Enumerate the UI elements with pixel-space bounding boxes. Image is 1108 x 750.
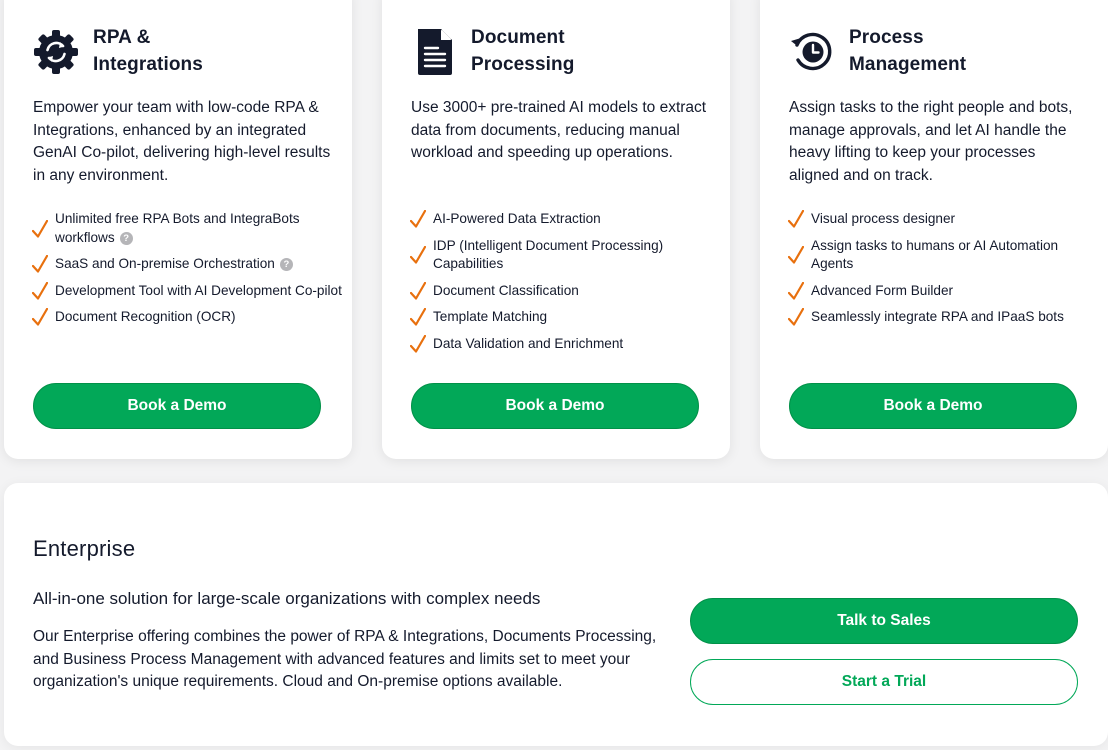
process-clock-icon: [788, 28, 836, 76]
card-document-processing: Document Processing Use 3000+ pre-traine…: [382, 0, 730, 459]
checkmark-icon: [787, 245, 805, 264]
feature-item: Document Classification: [409, 281, 720, 301]
start-trial-button[interactable]: Start a Trial: [690, 659, 1078, 705]
gear-sync-icon: [32, 28, 80, 76]
feature-item: IDP (Intelligent Document Processing) Ca…: [409, 237, 720, 274]
card-description: Use 3000+ pre-trained AI models to extra…: [411, 99, 707, 161]
feature-text: Document Recognition (OCR): [55, 309, 236, 324]
feature-item: Development Tool with AI Development Co-…: [31, 281, 342, 301]
card-title-line2: Processing: [471, 54, 575, 75]
feature-list: Unlimited free RPA Bots and IntegraBots …: [31, 210, 342, 335]
checkmark-icon: [787, 281, 805, 300]
checkmark-icon: [409, 308, 427, 326]
checkmark-icon: [409, 210, 427, 228]
feature-text: Data Validation and Enrichment: [433, 335, 624, 351]
help-icon[interactable]: ?: [119, 231, 133, 245]
feature-item: Assign tasks to humans or AI Automation …: [787, 237, 1098, 274]
feature-item: Document Recognition (OCR): [31, 308, 342, 327]
card-title: RPA & Integrations: [93, 24, 323, 78]
feature-list: Visual process designer Assign tasks to …: [787, 210, 1098, 335]
feature-item: Advanced Form Builder: [787, 281, 1098, 301]
checkmark-icon: [31, 219, 49, 238]
card-description: Empower your team with low-code RPA & In…: [33, 99, 331, 184]
enterprise-section: Enterprise All-in-one solution for large…: [4, 483, 1108, 746]
feature-item: Visual process designer: [787, 210, 1098, 229]
card-title-line1: Process: [849, 27, 924, 48]
card-title: Process Management: [849, 24, 1079, 78]
feature-text: Document Classification: [433, 282, 579, 298]
feature-list: AI-Powered Data Extraction IDP (Intellig…: [409, 210, 720, 361]
feature-text: IDP (Intelligent Document Processing) Ca…: [433, 237, 664, 272]
checkmark-icon: [409, 281, 427, 300]
feature-text: Seamlessly integrate RPA and IPaaS bots: [811, 309, 1064, 324]
checkmark-icon: [409, 334, 427, 353]
feature-item: Unlimited free RPA Bots and IntegraBots …: [31, 210, 342, 247]
feature-item: Data Validation and Enrichment: [409, 334, 720, 354]
checkmark-icon: [787, 210, 805, 228]
card-rpa-integrations: RPA & Integrations Empower your team wit…: [4, 0, 352, 459]
feature-text: Development Tool with AI Development Co-…: [55, 282, 342, 298]
feature-text: Advanced Form Builder: [811, 282, 954, 298]
feature-text: Assign tasks to humans or AI Automation …: [811, 237, 1059, 272]
book-demo-button[interactable]: Book a Demo: [411, 383, 699, 429]
card-title: Document Processing: [471, 24, 701, 78]
checkmark-icon: [409, 245, 427, 264]
checkmark-icon: [31, 308, 49, 326]
feature-text: Visual process designer: [811, 211, 956, 226]
card-process-management: Process Management Assign tasks to the r…: [760, 0, 1108, 459]
checkmark-icon: [31, 281, 49, 300]
enterprise-title: Enterprise: [33, 536, 136, 561]
feature-item: Template Matching: [409, 308, 720, 327]
feature-text: Unlimited free RPA Bots and IntegraBots …: [55, 211, 300, 245]
feature-text: AI-Powered Data Extraction: [433, 211, 601, 226]
card-title-line1: Document: [471, 27, 565, 48]
checkmark-icon: [787, 308, 805, 326]
book-demo-button[interactable]: Book a Demo: [33, 383, 321, 429]
feature-text: SaaS and On-premise Orchestration: [55, 256, 275, 271]
document-icon: [412, 28, 460, 76]
feature-item: Seamlessly integrate RPA and IPaaS bots: [787, 308, 1098, 327]
book-demo-button[interactable]: Book a Demo: [789, 383, 1077, 429]
enterprise-description: Our Enterprise offering combines the pow…: [33, 628, 657, 691]
card-title-line1: RPA &: [93, 27, 151, 48]
help-icon[interactable]: ?: [279, 258, 293, 271]
card-description: Assign tasks to the right people and bot…: [789, 99, 1073, 184]
card-title-line2: Management: [849, 54, 967, 75]
card-title-line2: Integrations: [93, 54, 203, 75]
feature-item: SaaS and On-premise Orchestration?: [31, 255, 342, 274]
talk-to-sales-button[interactable]: Talk to Sales: [690, 598, 1078, 644]
feature-text: Template Matching: [433, 309, 548, 324]
checkmark-icon: [31, 255, 49, 273]
enterprise-subtitle: All-in-one solution for large-scale orga…: [33, 589, 541, 608]
feature-item: AI-Powered Data Extraction: [409, 210, 720, 229]
